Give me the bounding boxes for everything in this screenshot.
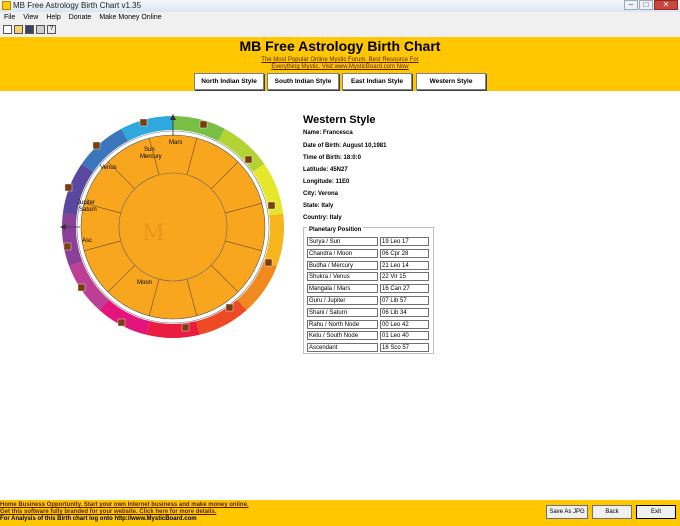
planet-name-cell: Chandra / Moon — [307, 248, 378, 258]
maximize-icon[interactable]: □ — [639, 0, 653, 10]
window-controls: – □ ✕ — [623, 0, 678, 11]
planet-position-cell: 16 Can 27 — [380, 284, 429, 294]
planet-name-cell: Shukra / Venus — [307, 272, 378, 282]
capricorn-sign-icon — [117, 318, 126, 327]
menu-donate[interactable]: Donate — [65, 12, 96, 23]
detail-dob: Date of Birth: August 10,1981 — [303, 143, 387, 149]
planet-name-cell: Rahu / North Node — [307, 319, 378, 329]
detail-name: Name: Francesca — [303, 130, 353, 136]
menu-file[interactable]: File — [0, 12, 19, 23]
planet-label-mars: Mars — [169, 140, 182, 146]
open-folder-icon[interactable] — [14, 25, 23, 34]
planetary-row: Guru / Jupiter 07 Lib 57 — [307, 296, 431, 305]
planet-position-cell: 22 Vir 15 — [380, 272, 429, 282]
window-title: MB Free Astrology Birth Chart v1.35 — [13, 1, 142, 10]
leo-sign-icon — [139, 118, 148, 127]
detail-tob: Time of Birth: 18:0:0 — [303, 155, 361, 161]
tab-east-indian-style[interactable]: East Indian Style — [342, 73, 412, 90]
app-icon — [2, 1, 11, 10]
menu-make-money-online[interactable]: Make Money Online — [95, 12, 165, 23]
planetary-row: Surya / Sun 19 Leo 17 — [307, 237, 431, 246]
scorpio-sign-icon — [63, 242, 72, 251]
analysis-info-text: For Analysis of this Birth chart log ont… — [0, 516, 197, 522]
menu-help[interactable]: Help — [42, 12, 64, 23]
planet-name-cell: Budha / Mercury — [307, 260, 378, 270]
planet-label-jupiter: Jupiter — [77, 200, 95, 206]
planet-label-saturn: Saturn — [79, 207, 97, 213]
gemini-sign-icon — [244, 155, 253, 164]
forum-link-line2[interactable]: Everything Mystic. Visit www.MysticBoard… — [200, 64, 480, 71]
print-icon[interactable] — [36, 25, 45, 34]
business-opportunity-link[interactable]: Home Business Opportunity. Start your ow… — [0, 502, 249, 509]
planet-position-cell: 06 Lib 34 — [380, 307, 429, 317]
planet-label-sun: Sun — [144, 147, 155, 153]
minimize-icon[interactable]: – — [624, 0, 638, 10]
pisces-sign-icon — [225, 303, 234, 312]
sagittarius-sign-icon — [77, 283, 86, 292]
branded-software-link[interactable]: Get this software fully branded for your… — [0, 509, 216, 516]
back-button[interactable]: Back — [592, 505, 632, 519]
planet-label-moon: Moon — [137, 280, 152, 286]
planetary-row: Budha / Mercury 21 Leo 14 — [307, 260, 431, 270]
detail-longitude: Longitude: 11E0 — [303, 179, 350, 185]
planetary-position-legend: Planetary Position — [307, 227, 364, 233]
menu-bar: File View Help Donate Make Money Online — [0, 12, 680, 23]
planetary-row: Mangala / Mars 16 Can 27 — [307, 284, 431, 294]
planet-position-cell: 16 Sco 57 — [380, 343, 429, 353]
planet-position-cell: 07 Lib 57 — [380, 296, 429, 305]
planetary-row: Shani / Saturn 06 Lib 34 — [307, 307, 431, 317]
planet-position-cell: 01 Leo 40 — [380, 331, 429, 341]
new-file-icon[interactable] — [3, 25, 12, 34]
details-title: Western Style — [303, 114, 376, 126]
planetary-row: Chandra / Moon 06 Cpr 28 — [307, 248, 431, 258]
tab-north-indian-style[interactable]: North Indian Style — [194, 73, 264, 90]
aquarius-sign-icon — [181, 323, 190, 332]
detail-city: City: Verona — [303, 191, 339, 197]
planetary-row: Rahu / North Node 00 Leo 42 — [307, 319, 431, 329]
planetary-row: Ascendant 16 Sco 57 — [307, 343, 431, 353]
forum-link-line1[interactable]: The Most Popular Online Mystic Forum. Be… — [200, 57, 480, 64]
help-icon[interactable]: ? — [47, 25, 56, 34]
inner-circle — [118, 172, 228, 282]
taurus-sign-icon — [267, 201, 276, 210]
planetary-row: Shukra / Venus 22 Vir 15 — [307, 272, 431, 282]
ascendant-label: Asc — [82, 238, 92, 244]
exit-button[interactable]: Exit — [636, 505, 676, 519]
menu-view[interactable]: View — [19, 12, 42, 23]
tab-western-style[interactable]: Western Style — [416, 73, 486, 90]
save-disk-icon[interactable] — [25, 25, 34, 34]
planet-position-cell: 00 Leo 42 — [380, 319, 429, 329]
planet-name-cell: Ascendant — [307, 343, 378, 353]
planet-name-cell: Ketu / South Node — [307, 331, 378, 341]
libra-sign-icon — [64, 183, 73, 192]
tab-south-indian-style[interactable]: South Indian Style — [267, 73, 339, 90]
planet-position-cell: 06 Cpr 28 — [380, 248, 429, 258]
header-banner: MB Free Astrology Birth Chart The Most P… — [0, 37, 680, 91]
mysticboard-watermark: M — [142, 221, 165, 246]
planet-name-cell: Shani / Saturn — [307, 307, 378, 317]
detail-latitude: Latitude: 45N27 — [303, 167, 348, 173]
planet-position-cell: 21 Leo 14 — [380, 260, 429, 270]
close-icon[interactable]: ✕ — [654, 0, 678, 10]
aries-sign-icon — [264, 258, 273, 267]
planet-position-cell: 19 Leo 17 — [380, 237, 429, 246]
zodiac-segment — [146, 321, 200, 338]
save-as-jpg-button[interactable]: Save As JPG — [546, 505, 588, 519]
planetary-row: Ketu / South Node 01 Leo 40 — [307, 331, 431, 341]
planet-name-cell: Mangala / Mars — [307, 284, 378, 294]
virgo-sign-icon — [92, 141, 101, 150]
planet-label-venus: Venus — [100, 165, 117, 171]
planet-name-cell: Surya / Sun — [307, 237, 378, 246]
planet-name-cell: Guru / Jupiter — [307, 296, 378, 305]
detail-country: Country: Italy — [303, 215, 342, 221]
planet-label-mercury: Mercury — [140, 154, 162, 160]
toolbar: ? — [0, 23, 680, 38]
western-chart-wheel: M Sun Mercury Mars Venus Jupiter Saturn … — [60, 114, 284, 338]
cancer-sign-icon — [199, 120, 208, 129]
detail-state: State: Italy — [303, 203, 334, 209]
app-heading: MB Free Astrology Birth Chart — [239, 38, 441, 54]
